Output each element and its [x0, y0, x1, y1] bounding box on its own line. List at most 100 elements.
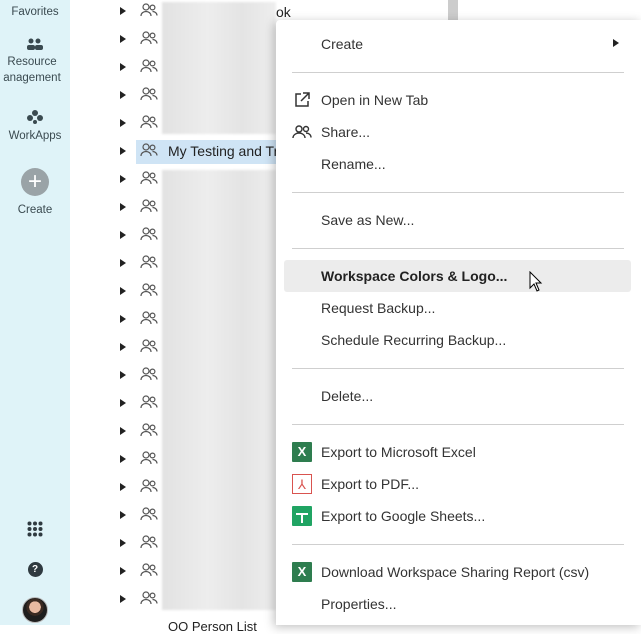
- shared-group-icon: [140, 507, 158, 526]
- menu-item-download-sharing-report[interactable]: X Download Workspace Sharing Report (csv…: [284, 556, 631, 588]
- expand-arrow-icon[interactable]: [120, 91, 126, 99]
- account-button[interactable]: [0, 597, 70, 623]
- expand-arrow-icon[interactable]: [120, 287, 126, 295]
- nav-resource-management[interactable]: Resource anagement: [0, 38, 70, 86]
- shared-group-icon: [140, 115, 158, 134]
- menu-item-label: Create: [321, 36, 364, 52]
- menu-item-share[interactable]: Share...: [284, 116, 631, 148]
- help-icon: ?: [27, 562, 43, 577]
- menu-item-save-as-new[interactable]: Save as New...: [284, 204, 631, 236]
- menu-item-label: Export to Google Sheets...: [321, 508, 486, 524]
- share-people-icon: [292, 125, 312, 139]
- context-menu: Create Open in New Tab Share... Rename..…: [276, 20, 641, 625]
- expand-arrow-icon[interactable]: [120, 119, 126, 127]
- expand-arrow-icon[interactable]: [120, 539, 126, 547]
- expand-arrow-icon[interactable]: [120, 203, 126, 211]
- menu-item-label: Workspace Colors & Logo...: [321, 268, 508, 284]
- menu-separator: [292, 72, 624, 73]
- menu-separator: [292, 368, 624, 369]
- excel-icon: X: [292, 562, 312, 582]
- scrollbar-thumb[interactable]: [448, 0, 458, 20]
- shared-group-icon: [140, 143, 158, 162]
- help-button[interactable]: ?: [0, 562, 70, 577]
- nav-create[interactable]: + Create: [0, 168, 70, 218]
- shared-group-icon: [140, 591, 158, 610]
- shared-group-icon: [140, 255, 158, 274]
- expand-arrow-icon[interactable]: [120, 231, 126, 239]
- tree-row[interactable]: My Testing and Tr: [110, 138, 290, 166]
- plus-icon: +: [21, 168, 49, 196]
- shared-group-icon: [140, 563, 158, 582]
- menu-separator: [292, 192, 624, 193]
- shared-group-icon: [140, 171, 158, 190]
- menu-item-export-sheets[interactable]: Export to Google Sheets...: [284, 500, 631, 532]
- menu-item-delete[interactable]: Delete...: [284, 380, 631, 412]
- menu-separator: [292, 544, 624, 545]
- expand-arrow-icon[interactable]: [120, 567, 126, 575]
- expand-arrow-icon[interactable]: [120, 7, 126, 15]
- menu-item-label: Export to PDF...: [321, 476, 420, 492]
- expand-arrow-icon[interactable]: [120, 455, 126, 463]
- launcher-button[interactable]: [0, 521, 70, 542]
- expand-arrow-icon[interactable]: [120, 315, 126, 323]
- tree-item-label-partial: ok: [276, 4, 291, 20]
- menu-item-label: Open in New Tab: [321, 92, 429, 108]
- shared-group-icon: [140, 423, 158, 442]
- shared-group-icon: [140, 479, 158, 498]
- menu-item-rename[interactable]: Rename...: [284, 148, 631, 180]
- expand-arrow-icon[interactable]: [120, 147, 126, 155]
- nav-favorites[interactable]: Favorites: [0, 4, 70, 20]
- expand-arrow-icon[interactable]: [120, 63, 126, 71]
- expand-arrow-icon[interactable]: [120, 511, 126, 519]
- expand-arrow-icon[interactable]: [120, 483, 126, 491]
- menu-item-export-excel[interactable]: X Export to Microsoft Excel: [284, 436, 631, 468]
- menu-item-open-new-tab[interactable]: Open in New Tab: [284, 84, 631, 116]
- menu-item-create[interactable]: Create: [284, 28, 631, 60]
- resource-management-icon: [27, 38, 43, 50]
- nav-workapps-label: WorkApps: [8, 130, 62, 142]
- menu-item-label: Share...: [321, 124, 371, 140]
- shared-group-icon: [140, 87, 158, 106]
- shared-group-icon: [140, 311, 158, 330]
- menu-item-label: Download Workspace Sharing Report (csv): [321, 564, 590, 580]
- google-sheets-icon: [292, 506, 312, 526]
- expand-arrow-icon[interactable]: [120, 595, 126, 603]
- expand-arrow-icon[interactable]: [120, 371, 126, 379]
- menu-item-request-backup[interactable]: Request Backup...: [284, 292, 631, 324]
- menu-item-properties[interactable]: Properties...: [284, 588, 631, 620]
- avatar: [22, 597, 48, 623]
- menu-item-label: Export to Microsoft Excel: [321, 444, 476, 460]
- shared-group-icon: [140, 283, 158, 302]
- excel-icon: X: [292, 442, 312, 462]
- tree-item-label-partial: OO Person List: [168, 619, 257, 634]
- menu-item-label: Properties...: [321, 596, 397, 612]
- menu-separator: [292, 424, 624, 425]
- nav-favorites-label: Favorites: [11, 6, 59, 18]
- expand-arrow-icon[interactable]: [120, 175, 126, 183]
- shared-group-icon: [140, 199, 158, 218]
- expand-arrow-icon[interactable]: [120, 427, 126, 435]
- menu-item-workspace-colors[interactable]: Workspace Colors & Logo...: [284, 260, 631, 292]
- expand-arrow-icon[interactable]: [120, 399, 126, 407]
- shared-group-icon: [140, 535, 158, 554]
- shared-group-icon: [140, 395, 158, 414]
- menu-item-label: Rename...: [321, 156, 386, 172]
- nav-workapps[interactable]: WorkApps: [0, 110, 70, 144]
- menu-item-schedule-backup[interactable]: Schedule Recurring Backup...: [284, 324, 631, 356]
- nav-resource-management-label: Resource anagement: [3, 56, 61, 84]
- shared-group-icon: [140, 31, 158, 50]
- expand-arrow-icon[interactable]: [120, 259, 126, 267]
- menu-item-label: Delete...: [321, 388, 374, 404]
- shared-group-icon: [140, 3, 158, 22]
- expand-arrow-icon[interactable]: [120, 343, 126, 351]
- menu-separator: [292, 248, 624, 249]
- workapps-icon: [27, 110, 43, 124]
- nav-create-label: Create: [17, 204, 53, 216]
- shared-group-icon: [140, 227, 158, 246]
- shared-group-icon: [140, 451, 158, 470]
- expand-arrow-icon[interactable]: [120, 35, 126, 43]
- menu-item-export-pdf[interactable]: ⅄ Export to PDF...: [284, 468, 631, 500]
- redacted-block: [162, 2, 276, 134]
- pdf-icon: ⅄: [292, 474, 312, 494]
- external-link-icon: [295, 92, 310, 107]
